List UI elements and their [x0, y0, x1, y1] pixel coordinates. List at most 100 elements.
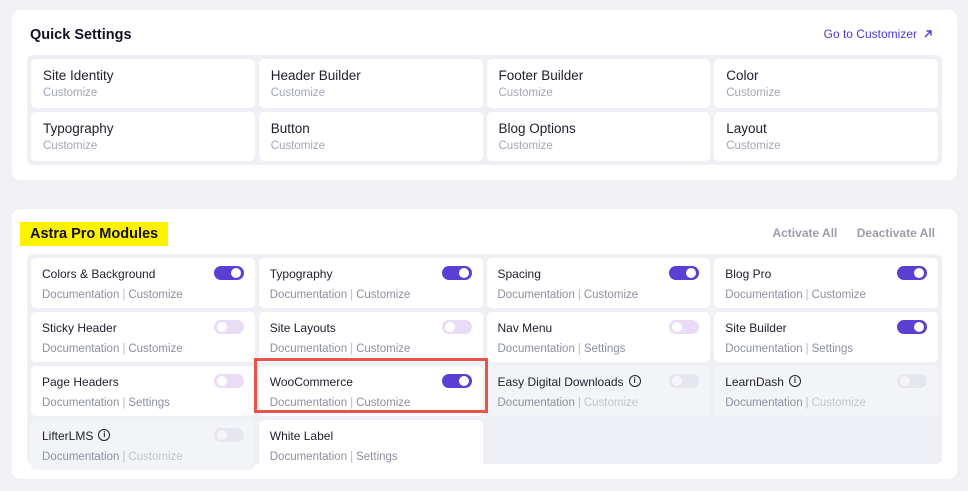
module-card: Site Layouts Documentation | Customize	[258, 312, 483, 362]
toggle-knob	[444, 322, 455, 332]
module-toggle[interactable]	[441, 374, 472, 388]
info-icon[interactable]: i	[788, 374, 801, 387]
module-secondary-link[interactable]: Customize	[128, 343, 182, 355]
module-secondary-link[interactable]: Customize	[128, 289, 182, 301]
quick-setting-customize-link[interactable]: Customize	[43, 140, 243, 152]
quick-setting-name: Color	[726, 68, 759, 83]
link-separator: |	[805, 289, 809, 301]
documentation-link[interactable]: Documentation	[270, 289, 347, 301]
quick-setting-customize-link[interactable]: Customize	[271, 87, 471, 99]
toggle-knob	[458, 268, 469, 278]
documentation-link[interactable]: Documentation	[498, 289, 575, 301]
module-toggle[interactable]	[669, 266, 700, 280]
module-links: Documentation | Customize	[42, 451, 244, 463]
module-secondary-link[interactable]: Customize	[356, 397, 410, 409]
activate-all-button[interactable]: Activate All	[772, 226, 837, 240]
link-separator: |	[577, 343, 581, 355]
quick-setting-customize-link[interactable]: Customize	[726, 140, 926, 152]
module-secondary-link[interactable]: Settings	[584, 343, 626, 355]
module-links: Documentation | Customize	[498, 397, 700, 409]
module-secondary-link[interactable]: Settings	[356, 451, 398, 463]
module-toggle[interactable]	[213, 428, 244, 442]
module-toggle[interactable]	[213, 374, 244, 388]
module-secondary-link[interactable]: Customize	[584, 289, 638, 301]
module-toggle[interactable]	[441, 266, 472, 280]
link-separator: |	[805, 397, 809, 409]
module-name: Site Builder	[725, 321, 787, 335]
quick-setting-card[interactable]: Site Identity Customize	[31, 59, 255, 108]
module-name: Site Layouts	[269, 321, 336, 335]
toggle-knob	[230, 268, 241, 278]
toggle-knob	[216, 430, 227, 440]
module-links: Documentation | Customize	[270, 343, 472, 355]
link-separator: |	[350, 289, 354, 301]
module-secondary-link[interactable]: Customize	[812, 289, 866, 301]
toggle-knob	[914, 268, 924, 278]
module-toggle[interactable]	[669, 374, 700, 388]
module-links: Documentation | Settings	[725, 343, 927, 355]
module-card: WooCommerce Documentation | Customize	[258, 366, 483, 416]
quick-setting-customize-link[interactable]: Customize	[499, 87, 699, 99]
quick-setting-card[interactable]: Header Builder Customize	[258, 59, 483, 108]
documentation-link[interactable]: Documentation	[725, 343, 802, 355]
toggle-knob	[458, 376, 469, 386]
module-toggle[interactable]	[897, 266, 927, 280]
documentation-link[interactable]: Documentation	[498, 343, 575, 355]
quick-setting-name: Site Identity	[43, 68, 114, 83]
go-to-customizer-link[interactable]: Go to Customizer	[824, 27, 933, 41]
quick-setting-card[interactable]: Blog Options Customize	[486, 112, 711, 161]
module-secondary-link[interactable]: Settings	[128, 397, 170, 409]
module-secondary-link[interactable]: Customize	[812, 397, 866, 409]
quick-settings-title: Quick Settings	[30, 27, 132, 43]
module-secondary-link[interactable]: Customize	[356, 289, 410, 301]
module-card: Nav Menu Documentation | Settings	[486, 312, 711, 362]
module-toggle[interactable]	[441, 320, 472, 334]
documentation-link[interactable]: Documentation	[725, 397, 802, 409]
module-links: Documentation | Customize	[725, 397, 927, 409]
documentation-link[interactable]: Documentation	[270, 397, 347, 409]
documentation-link[interactable]: Documentation	[725, 289, 802, 301]
documentation-link[interactable]: Documentation	[42, 451, 119, 463]
quick-setting-card[interactable]: Layout Customize	[714, 112, 938, 161]
info-icon[interactable]: i	[98, 428, 111, 441]
module-links: Documentation | Settings	[498, 343, 700, 355]
bulk-actions: Activate All Deactivate All	[756, 226, 935, 240]
documentation-link[interactable]: Documentation	[270, 451, 347, 463]
quick-setting-card[interactable]: Color Customize	[714, 59, 938, 108]
module-toggle[interactable]	[213, 320, 244, 334]
quick-setting-customize-link[interactable]: Customize	[43, 87, 243, 99]
module-card: Easy Digital Downloads i Documentation | Cus…	[486, 366, 711, 416]
link-separator: |	[577, 289, 581, 301]
quick-setting-name: Button	[270, 121, 310, 136]
documentation-link[interactable]: Documentation	[42, 343, 119, 355]
module-links: Documentation | Settings	[42, 397, 244, 409]
module-card: White Label Documentation | Settings	[258, 420, 483, 470]
quick-setting-customize-link[interactable]: Customize	[726, 87, 926, 99]
module-card: Colors & Background Documentation | Customi…	[31, 258, 255, 308]
quick-setting-card[interactable]: Footer Builder Customize	[486, 59, 711, 108]
quick-setting-card[interactable]: Button Customize	[258, 112, 483, 161]
module-secondary-link[interactable]: Customize	[356, 343, 410, 355]
quick-setting-name: Typography	[43, 121, 114, 136]
module-toggle[interactable]	[669, 320, 700, 334]
module-toggle[interactable]	[897, 320, 927, 334]
documentation-link[interactable]: Documentation	[42, 289, 119, 301]
module-name: Page Headers	[42, 375, 119, 389]
quick-setting-card[interactable]: Typography Customize	[31, 112, 255, 161]
info-icon[interactable]: i	[628, 374, 641, 387]
module-secondary-link[interactable]: Customize	[584, 397, 638, 409]
empty-cell	[487, 420, 711, 470]
link-separator: |	[350, 451, 354, 463]
quick-setting-customize-link[interactable]: Customize	[271, 140, 471, 152]
documentation-link[interactable]: Documentation	[42, 397, 119, 409]
documentation-link[interactable]: Documentation	[270, 343, 347, 355]
link-separator: |	[805, 343, 809, 355]
module-toggle[interactable]	[897, 374, 927, 388]
module-name: LearnDash	[725, 375, 784, 389]
module-secondary-link[interactable]: Settings	[812, 343, 854, 355]
quick-setting-customize-link[interactable]: Customize	[499, 140, 699, 152]
module-secondary-link[interactable]: Customize	[128, 451, 182, 463]
documentation-link[interactable]: Documentation	[498, 397, 575, 409]
module-toggle[interactable]	[213, 266, 244, 280]
deactivate-all-button[interactable]: Deactivate All	[857, 226, 935, 240]
